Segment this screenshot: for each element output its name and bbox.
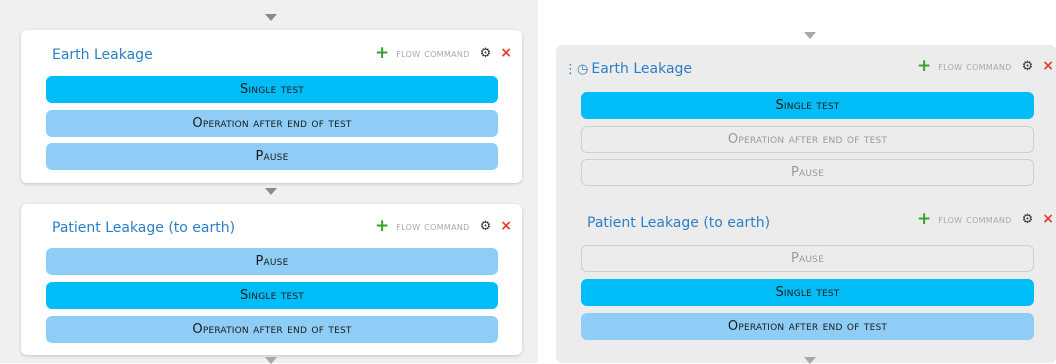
step-button[interactable]: Single test (581, 92, 1034, 119)
close-icon[interactable]: × (1042, 211, 1054, 227)
card-actions: + flow command ⚙ × (375, 44, 512, 62)
step-button[interactable]: Pause (46, 143, 498, 170)
test-card-patient-leakage: Patient Leakage (to earth) + flow comman… (21, 204, 522, 355)
add-icon[interactable]: + (917, 211, 931, 228)
flow-command-button[interactable]: flow command (938, 60, 1011, 73)
test-card-patient-leakage: Patient Leakage (to earth) + flow comman… (556, 200, 1056, 350)
flow-arrow-top (804, 32, 816, 39)
left-panel: Earth Leakage + flow command ⚙ × Single … (0, 0, 538, 364)
card-title-wrapper: ⋮◷ Earth Leakage (564, 61, 692, 77)
step-button[interactable]: Single test (46, 282, 498, 309)
right-panel: ⋮◷ Earth Leakage + flow command ⚙ × Singl… (548, 0, 1056, 364)
close-icon[interactable]: × (1042, 58, 1054, 74)
step-button[interactable]: Operation after end of test (46, 110, 498, 137)
gear-icon[interactable]: ⚙ (480, 46, 492, 61)
test-card-earth-leakage: Earth Leakage + flow command ⚙ × Single … (21, 30, 522, 183)
gear-icon[interactable]: ⚙ (1022, 59, 1034, 74)
close-icon[interactable]: × (500, 218, 512, 234)
card-actions: + flow command ⚙ × (917, 57, 1054, 75)
step-button[interactable]: Pause (581, 245, 1034, 272)
card-title: Earth Leakage (591, 61, 693, 77)
step-button[interactable]: Single test (46, 76, 498, 103)
close-icon[interactable]: × (500, 45, 512, 61)
flow-command-button[interactable]: flow command (396, 47, 469, 60)
flow-command-button[interactable]: flow command (938, 213, 1011, 226)
gear-icon[interactable]: ⚙ (1022, 212, 1034, 227)
flow-arrow-middle (265, 188, 277, 195)
card-title: Earth Leakage (52, 47, 153, 63)
clock-icon[interactable]: ⋮◷ (564, 62, 588, 77)
step-button[interactable]: Pause (46, 248, 498, 275)
card-title: Patient Leakage (to earth) (52, 220, 236, 236)
step-button[interactable]: Operation after end of test (581, 126, 1034, 153)
step-button[interactable]: Operation after end of test (46, 316, 498, 343)
add-icon[interactable]: + (917, 58, 931, 75)
step-button[interactable]: Pause (581, 159, 1034, 186)
card-actions: + flow command ⚙ × (917, 210, 1054, 228)
card-actions: + flow command ⚙ × (375, 217, 512, 235)
gear-icon[interactable]: ⚙ (480, 219, 492, 234)
card-title: Patient Leakage (to earth) (587, 215, 771, 231)
add-icon[interactable]: + (375, 45, 389, 62)
flow-arrow-top (265, 14, 277, 21)
step-button[interactable]: Operation after end of test (581, 313, 1034, 340)
test-card-earth-leakage: ⋮◷ Earth Leakage + flow command ⚙ × Singl… (556, 45, 1056, 195)
flow-command-button[interactable]: flow command (396, 220, 469, 233)
step-button[interactable]: Single test (581, 279, 1034, 306)
add-icon[interactable]: + (375, 218, 389, 235)
